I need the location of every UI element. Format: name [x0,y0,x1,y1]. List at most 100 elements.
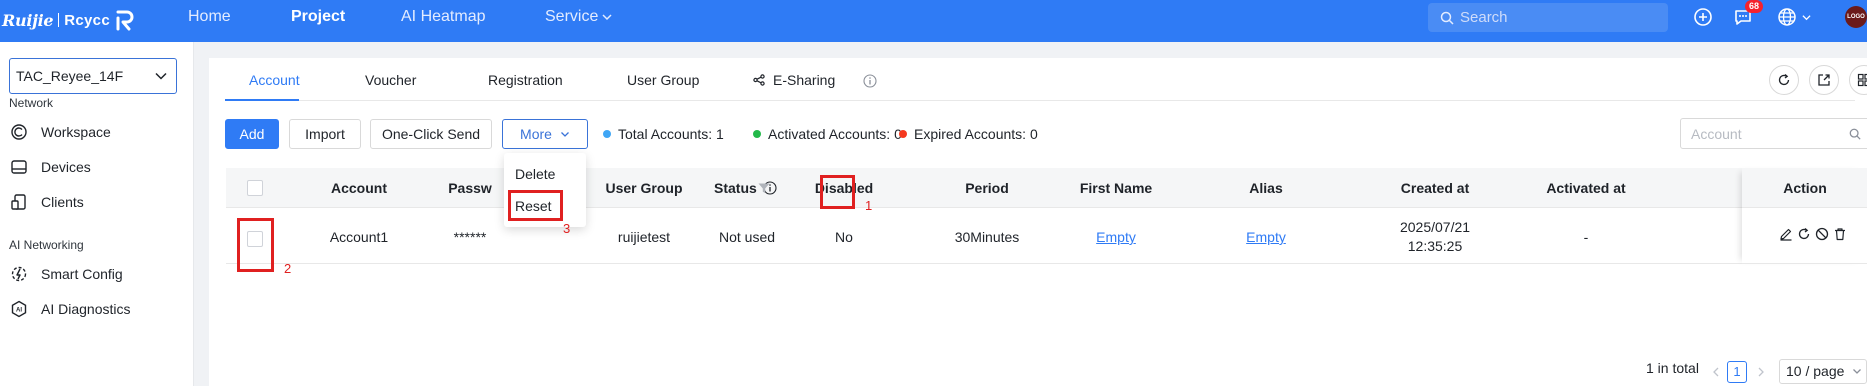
select-all-checkbox[interactable] [247,180,263,196]
sidebar-section-ai-networking: AI Networking [9,238,84,252]
annotation-number-1: 1 [865,198,873,213]
col-action: Action [1783,180,1827,196]
nav-home[interactable]: Home [188,0,231,42]
active-tab-indicator [225,99,299,101]
total-status-dot [603,130,611,138]
share-icon [753,74,765,86]
nav-service-label: Service [545,8,599,25]
brand-mark-icon [116,10,134,31]
ruijie-logo[interactable]: Ruijie Rcycc [2,4,136,36]
chevron-down-icon [1802,15,1811,21]
sidebar-section-network: Network [9,96,54,110]
menu-item-reset[interactable]: Reset [515,198,552,214]
activated-accounts-stat: Activated Accounts: 0 [753,126,902,142]
sidebar-item-label: Smart Config [41,266,123,282]
col-activated-at: Activated at [1546,180,1626,196]
workspace-icon [11,124,27,140]
add-button[interactable]: Add [225,119,279,149]
cell-account: Account1 [329,229,389,245]
more-dropdown-menu: Delete Reset [504,153,586,227]
svg-text:AI: AI [16,308,22,314]
nav-ai-heatmap[interactable]: AI Heatmap [401,0,485,42]
account-search-input[interactable]: Account [1680,118,1867,149]
refresh-icon [1778,73,1790,86]
next-page-icon[interactable] [1756,366,1766,378]
col-alias: Alias [1249,180,1283,196]
sidebar-item-devices[interactable]: Devices [9,156,91,178]
cell-first-name-link[interactable]: Empty [1096,229,1136,245]
tab-voucher[interactable]: Voucher [365,72,416,88]
brand-name: Ruijie [2,10,54,30]
sidebar-item-label: Clients [41,194,84,210]
delete-icon[interactable] [1833,227,1847,241]
row-checkbox[interactable] [247,231,263,247]
page-size-select[interactable]: 10 / page [1779,359,1867,384]
prev-page-icon[interactable] [1711,366,1721,378]
search-icon [1849,128,1861,140]
more-button-label: More [520,126,552,142]
total-accounts-label: Total Accounts: 1 [618,126,724,142]
pagination-total: 1 in total [1646,360,1699,376]
refresh-button[interactable] [1769,65,1799,95]
export-button[interactable] [1809,65,1839,95]
sidebar-item-smart-config[interactable]: Smart Config [9,263,123,285]
tab-registration[interactable]: Registration [488,72,563,88]
site-selector-value: TAC_Reyee_14F [16,68,124,84]
avatar[interactable]: LOGO [1845,6,1867,28]
col-disabled: Disabled [814,180,874,196]
nav-service[interactable]: Service [545,0,612,42]
product-name: Rcycc [64,11,110,29]
table-header: Account Passw User Group Status Disabled… [226,168,1867,208]
sidebar-item-ai-diagnostics[interactable]: AI AI Diagnostics [9,298,130,320]
expired-accounts-label: Expired Accounts: 0 [914,126,1038,142]
one-click-send-button[interactable]: One-Click Send [370,119,492,149]
clients-icon [11,194,26,210]
cell-activated-at: - [1583,229,1589,245]
table-row: Account1 ****** ruijietest Not used No 3… [226,208,1867,264]
disable-icon[interactable] [1815,227,1829,241]
sidebar: TAC_Reyee_14F Network Workspace Devices … [0,42,194,386]
globe-icon [1778,8,1796,26]
total-accounts-stat: Total Accounts: 1 [603,126,724,142]
sidebar-item-workspace[interactable]: Workspace [9,121,111,143]
col-first-name: First Name [1079,180,1153,196]
global-search-input[interactable]: Search [1428,3,1668,32]
activated-accounts-label: Activated Accounts: 0 [768,126,902,142]
nav-project[interactable]: Project [291,0,345,42]
page-size-value: 10 / page [1786,363,1845,379]
tab-user-group[interactable]: User Group [627,72,699,88]
cell-user-group: ruijietest [617,229,671,245]
chevron-down-icon [155,72,167,80]
tab-e-sharing[interactable]: E-Sharing [753,72,835,88]
more-dropdown-button[interactable]: More [502,119,588,149]
chevron-down-icon [1853,369,1862,374]
sidebar-item-clients[interactable]: Clients [9,191,84,213]
cell-alias-link[interactable]: Empty [1246,229,1286,245]
menu-item-delete[interactable]: Delete [515,166,555,182]
edit-icon[interactable] [1779,227,1793,241]
cell-password: ****** [453,229,487,245]
expired-accounts-stat: Expired Accounts: 0 [899,126,1038,142]
language-selector[interactable] [1777,7,1813,27]
col-password: Passw [448,180,492,196]
global-search-placeholder: Search [1460,9,1508,26]
col-user-group: User Group [605,180,683,196]
action-column: Action [1742,168,1867,264]
col-period: Period [965,180,1009,196]
tab-account[interactable]: Account [249,72,300,88]
filter-icon[interactable] [758,183,770,194]
cell-period: 30Minutes [954,229,1020,245]
reset-icon[interactable] [1797,227,1811,241]
sidebar-item-label: Workspace [41,124,111,140]
site-selector[interactable]: TAC_Reyee_14F [9,58,177,94]
import-button[interactable]: Import [289,119,361,149]
sidebar-item-label: AI Diagnostics [41,301,131,317]
info-icon[interactable] [863,74,877,88]
activated-status-dot [753,130,761,138]
add-circle-icon[interactable] [1693,7,1713,27]
page-1-button[interactable]: 1 [1727,361,1747,383]
search-icon [1440,11,1454,25]
top-navigation-bar: Ruijie Rcycc Home Project AI Heatmap Ser… [0,0,1867,42]
cell-created-time: 12:35:25 [1407,238,1463,254]
devices-icon [11,160,27,174]
